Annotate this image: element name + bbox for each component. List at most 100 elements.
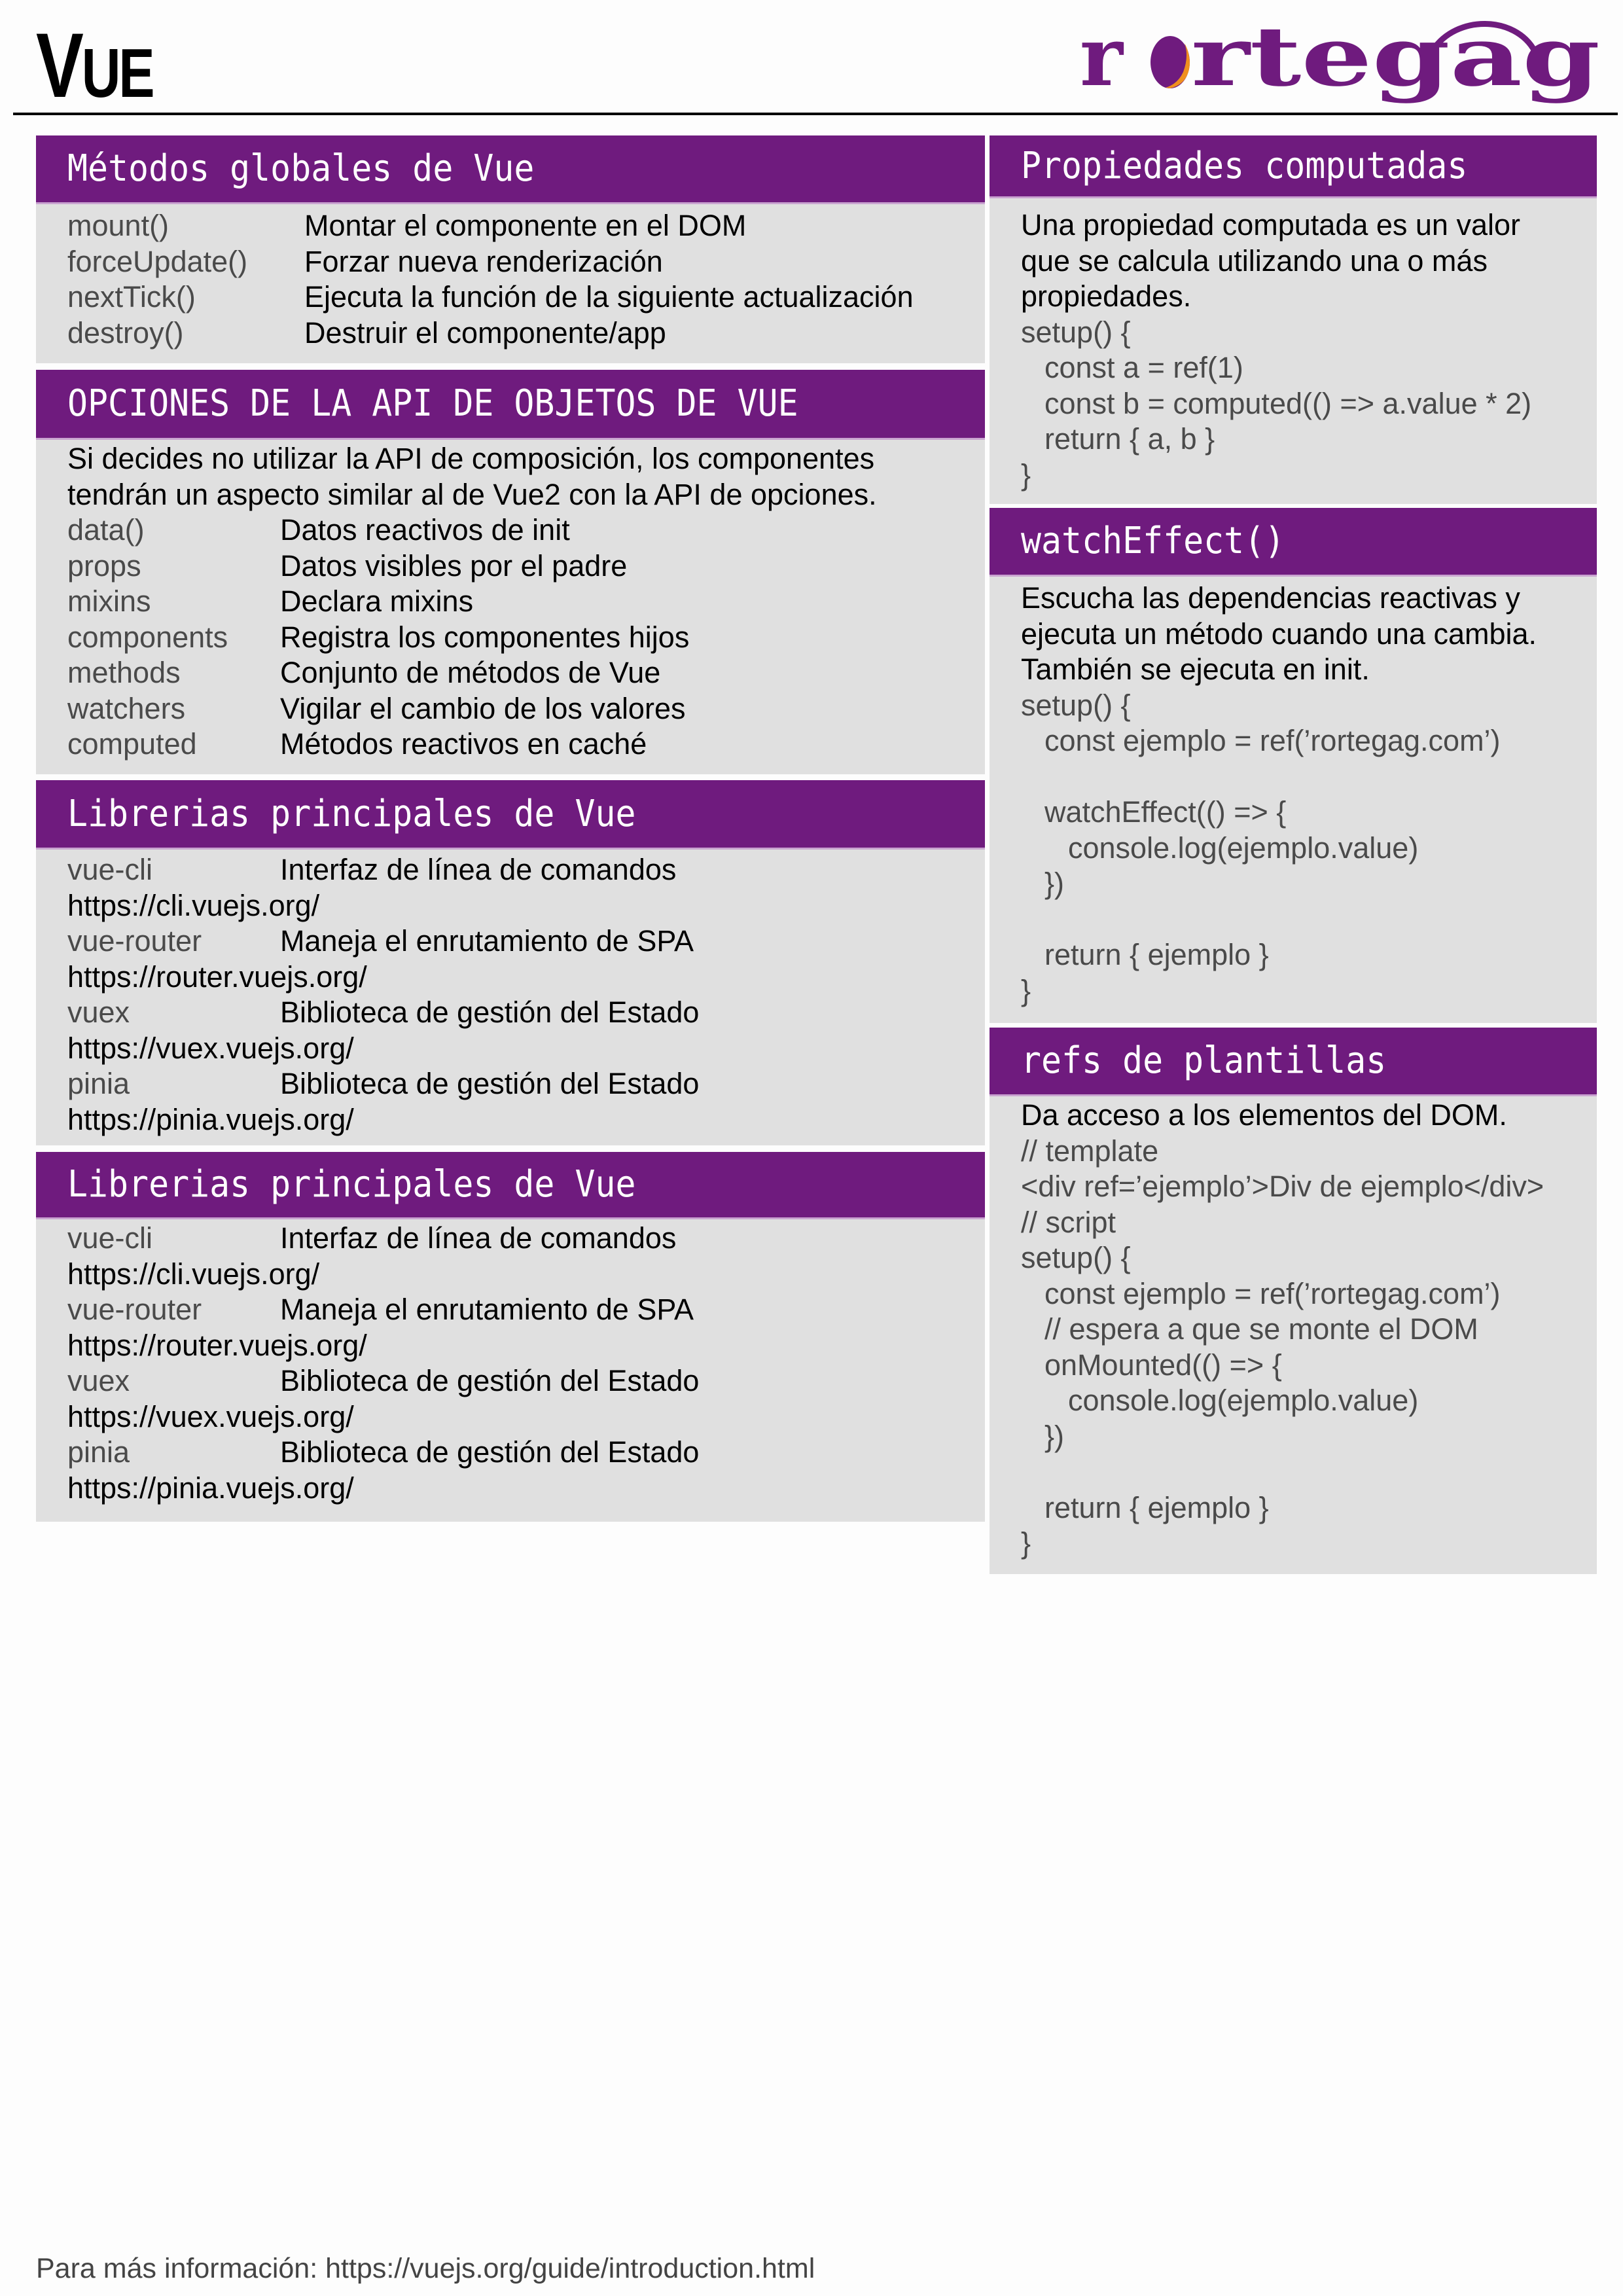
section-title: Propiedades computadas xyxy=(1021,144,1468,187)
section-header: Librerias principales de Vue xyxy=(36,1152,985,1219)
option-name: computed xyxy=(67,727,197,761)
library-description: Biblioteca de gestión del Estado xyxy=(280,1067,700,1100)
section-header: Librerias principales de Vue xyxy=(36,780,985,850)
library-url[interactable]: https://vuex.vuejs.org/ xyxy=(67,1399,954,1435)
code-line: <div ref=’ejemplo’>Div de ejemplo</div> xyxy=(1021,1170,1544,1203)
library-description: Maneja el enrutamiento de SPA xyxy=(280,1293,694,1326)
option-row: props Datos visibles por el padre xyxy=(67,548,954,584)
method-description: Ejecuta la función de la siguiente actua… xyxy=(304,280,914,314)
code-line: setup() { xyxy=(1021,315,1131,349)
code-line: // template xyxy=(1021,1134,1159,1168)
library-name: vue-router xyxy=(67,1293,202,1326)
rortegag-logo: r rtegag xyxy=(1080,12,1600,103)
code-line: // script xyxy=(1021,1205,1116,1239)
section-title: refs de plantillas xyxy=(1021,1039,1387,1082)
library-row: vue-cli Interfaz de línea de comandos xyxy=(67,852,954,888)
method-name: destroy() xyxy=(67,315,184,350)
option-description: Datos reactivos de init xyxy=(280,513,570,547)
method-row: forceUpdate() Forzar nueva renderización xyxy=(67,244,954,280)
library-url[interactable]: https://cli.vuejs.org/ xyxy=(67,1257,954,1293)
option-row: components Registra los componentes hijos xyxy=(67,620,954,656)
page-title-rest: UE xyxy=(81,35,155,112)
library-url[interactable]: https://router.vuejs.org/ xyxy=(67,1328,954,1364)
code-line: const b = computed(() => a.value * 2) xyxy=(1044,386,1532,420)
section-body: Da acceso a los elementos del DOM. // te… xyxy=(990,1096,1597,1562)
code-line: return { ejemplo } xyxy=(1044,938,1269,971)
library-name: vuex xyxy=(67,996,130,1029)
option-name: watchers xyxy=(67,691,186,725)
intro-line: que se calcula utilizando una o más xyxy=(1021,243,1488,278)
library-name: pinia xyxy=(67,1435,130,1469)
library-description: Interfaz de línea de comandos xyxy=(280,853,677,886)
option-description: Vigilar el cambio de los valores xyxy=(280,691,686,725)
library-url[interactable]: https://cli.vuejs.org/ xyxy=(67,888,954,924)
footer-more-info: Para más información: https://vuejs.org/… xyxy=(36,2253,815,2284)
intro-line: propiedades. xyxy=(1021,279,1192,313)
page-title-initial: V xyxy=(36,14,84,117)
header-divider xyxy=(13,113,1618,115)
method-row: nextTick() Ejecuta la función de la sigui… xyxy=(67,279,954,315)
method-name: forceUpdate() xyxy=(67,244,248,278)
library-row: pinia Biblioteca de gestión del Estado xyxy=(67,1435,954,1471)
code-line: onMounted(() => { xyxy=(1044,1348,1282,1382)
logo-o-icon xyxy=(1150,36,1190,88)
method-row: destroy() Destruir el componente/app xyxy=(67,315,954,351)
code-line: const ejemplo = ref(’rortegag.com’) xyxy=(1044,724,1501,757)
section-header: OPCIONES DE LA API DE OBJETOS DE VUE xyxy=(36,370,985,440)
section-body: vue-cli Interfaz de línea de comandos htt… xyxy=(36,1219,985,1506)
intro-line: También se ejecuta en init. xyxy=(1021,653,1370,686)
logo-letter-r: r xyxy=(1080,12,1124,103)
library-description: Biblioteca de gestión del Estado xyxy=(280,1364,700,1397)
library-name: vue-cli xyxy=(67,1221,153,1255)
section-body: vue-cli Interfaz de línea de comandos htt… xyxy=(36,850,985,1138)
section-header: refs de plantillas xyxy=(990,1028,1597,1096)
option-description: Registra los componentes hijos xyxy=(280,620,690,654)
library-url[interactable]: https://pinia.vuejs.org/ xyxy=(67,1102,954,1138)
intro-line: ejecuta un método cuando una cambia. xyxy=(1021,617,1537,651)
code-line: }) xyxy=(1044,1419,1065,1453)
library-row: vue-router Maneja el enrutamiento de SPA xyxy=(67,924,954,960)
section-title: Librerias principales de Vue xyxy=(67,1163,636,1206)
library-row: pinia Biblioteca de gestión del Estado xyxy=(67,1066,954,1102)
code-line: }) xyxy=(1044,867,1065,900)
library-name: vue-cli xyxy=(67,853,153,886)
library-name: vue-router xyxy=(67,924,202,958)
option-row: methods Conjunto de métodos de Vue xyxy=(67,655,954,691)
intro-line: tendrán un aspecto similar al de Vue2 co… xyxy=(67,477,877,511)
library-description: Biblioteca de gestión del Estado xyxy=(280,996,700,1029)
section-body: Si decides no utilizar la API de composi… xyxy=(36,440,985,762)
section-options-api: OPCIONES DE LA API DE OBJETOS DE VUE Si … xyxy=(36,370,985,774)
library-url[interactable]: https://router.vuejs.org/ xyxy=(67,960,954,996)
library-url[interactable]: https://pinia.vuejs.org/ xyxy=(67,1471,954,1507)
method-row: mount() Montar el componente en el DOM xyxy=(67,208,954,244)
code-line: } xyxy=(1021,457,1031,492)
code-line: // espera a que se monte el DOM xyxy=(1044,1312,1478,1346)
code-line: } xyxy=(1021,1526,1031,1560)
section-computed-properties: Propiedades computadas Una propiedad com… xyxy=(990,135,1597,504)
library-url[interactable]: https://vuex.vuejs.org/ xyxy=(67,1031,954,1067)
option-description: Métodos reactivos en caché xyxy=(280,727,647,761)
option-row: mixins Declara mixins xyxy=(67,584,954,620)
section-libraries-repeat: Librerias principales de Vue vue-cli Inte… xyxy=(36,1152,985,1522)
section-title: watchEffect() xyxy=(1021,520,1285,562)
section-body: mount() Montar el componente en el DOM fo… xyxy=(36,204,985,351)
code-line: const a = ref(1) xyxy=(1044,351,1243,384)
option-row: watchers Vigilar el cambio de los valores xyxy=(67,691,954,727)
option-name: props xyxy=(67,548,141,583)
section-title: Librerias principales de Vue xyxy=(67,792,636,835)
section-header: watchEffect() xyxy=(990,508,1597,577)
method-description: Destruir el componente/app xyxy=(304,315,666,350)
intro-line: Escucha las dependencias reactivas y xyxy=(1021,581,1520,615)
section-header: Métodos globales de Vue xyxy=(36,135,985,204)
method-description: Forzar nueva renderización xyxy=(304,244,663,278)
option-row: data() Datos reactivos de init xyxy=(67,512,954,548)
option-name: components xyxy=(67,620,228,654)
section-title: Métodos globales de Vue xyxy=(67,147,535,190)
section-template-refs: refs de plantillas Da acceso a los eleme… xyxy=(990,1028,1597,1574)
section-libraries: Librerias principales de Vue vue-cli Inte… xyxy=(36,780,985,1145)
code-line: return { a, b } xyxy=(1044,422,1215,456)
library-row: vue-router Maneja el enrutamiento de SPA xyxy=(67,1292,954,1328)
